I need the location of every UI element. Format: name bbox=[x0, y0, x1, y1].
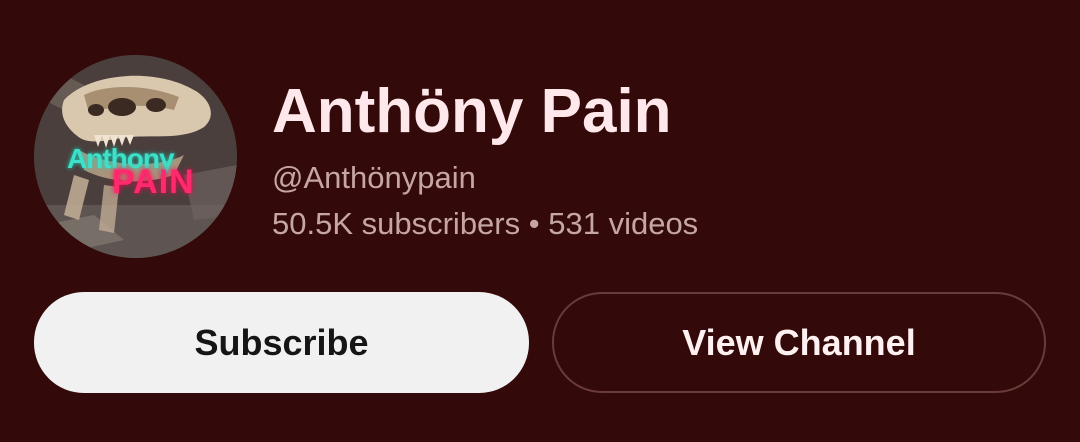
subscribe-button[interactable]: Subscribe bbox=[34, 292, 529, 393]
channel-name[interactable]: Anthöny Pain bbox=[272, 74, 698, 150]
channel-info: Anthöny Pain @Anthönypain 50.5K subscrib… bbox=[272, 74, 698, 244]
subscriber-count: 50.5K subscribers bbox=[272, 206, 521, 241]
channel-stats: 50.5K subscribers • 531 videos bbox=[272, 204, 698, 244]
video-count: 531 videos bbox=[548, 206, 699, 241]
view-channel-button[interactable]: View Channel bbox=[552, 292, 1046, 393]
channel-avatar[interactable]: Anthony PAIN bbox=[34, 55, 237, 258]
view-channel-button-label: View Channel bbox=[682, 321, 916, 363]
stats-separator: • bbox=[528, 206, 540, 241]
avatar-logo-text-bottom: PAIN bbox=[112, 163, 195, 201]
channel-handle: @Anthönypain bbox=[272, 160, 476, 195]
subscribe-button-label: Subscribe bbox=[194, 321, 369, 363]
channel-card: Anthony PAIN Anthöny Pain @Anthönypain 5… bbox=[0, 0, 1080, 442]
